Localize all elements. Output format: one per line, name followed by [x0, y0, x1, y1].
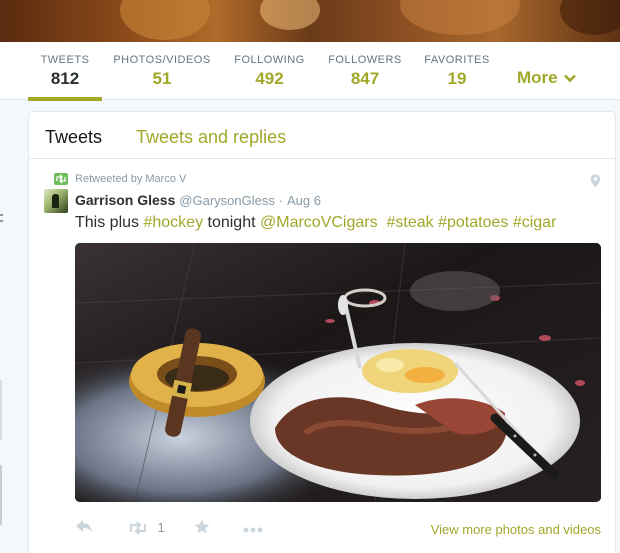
- stat-label: FOLLOWING: [234, 54, 305, 66]
- retweet-icon: [129, 520, 147, 535]
- more-button[interactable]: More: [517, 68, 577, 88]
- profile-nav: TWEETS 812 PHOTOS/VIDEOS 51 FOLLOWING 49…: [0, 42, 620, 101]
- stat-value: 847: [350, 69, 380, 88]
- tab-tweets-and-replies[interactable]: Tweets and replies: [136, 127, 286, 148]
- tweet-photo[interactable]: [75, 243, 601, 502]
- tweet[interactable]: Retweeted by Marco V Garrison Gless @Gar…: [29, 159, 615, 553]
- tweet-text: This plus #hockey tonight @MarcoVCigars …: [75, 214, 556, 232]
- chevron-down-icon: [564, 74, 577, 83]
- mention-marcovcigars[interactable]: @MarcoVCigars: [260, 214, 378, 231]
- stat-tweets[interactable]: TWEETS 812: [28, 42, 102, 101]
- tweet-timestamp[interactable]: Aug 6: [287, 193, 321, 208]
- tweet-text-part: [378, 214, 387, 231]
- hashtag-steak[interactable]: #steak: [387, 214, 434, 231]
- stat-label: FOLLOWERS: [328, 54, 402, 66]
- hashtag-hockey[interactable]: #hockey: [143, 214, 203, 231]
- retweet-context-text: Retweeted by Marco V: [75, 173, 187, 185]
- left-column-edge: [0, 100, 8, 553]
- avatar[interactable]: [44, 189, 68, 213]
- retweet-button[interactable]: 1: [127, 519, 165, 537]
- stat-following[interactable]: FOLLOWING 492: [232, 42, 307, 100]
- hashtag-cigar[interactable]: #cigar: [513, 214, 557, 231]
- favorite-button[interactable]: [194, 519, 210, 539]
- tweet-text-part: This plus: [75, 214, 144, 231]
- stat-value: 19: [447, 69, 467, 88]
- retweet-count: 1: [157, 520, 165, 536]
- timeline-tabs: Tweets Tweets and replies: [29, 112, 615, 159]
- stat-photos-videos[interactable]: PHOTOS/VIDEOS 51: [112, 42, 212, 100]
- timeline: Tweets Tweets and replies Retweeted by M…: [28, 111, 616, 553]
- star-icon: [194, 519, 210, 534]
- tweet-username[interactable]: @GarysonGless: [179, 193, 275, 208]
- more-actions-button[interactable]: [243, 521, 263, 539]
- tweet-actions: 1 View more photos and videos: [75, 519, 601, 543]
- reply-icon: [76, 520, 92, 532]
- view-more-photos-link[interactable]: View more photos and videos: [431, 522, 601, 537]
- stat-value: 492: [255, 69, 284, 88]
- stat-value: 51: [152, 69, 172, 88]
- tweet-fullname[interactable]: Garrison Gless: [75, 192, 175, 208]
- more-label: More: [517, 68, 558, 87]
- reply-button[interactable]: [75, 519, 93, 538]
- stat-followers[interactable]: FOLLOWERS 847: [327, 42, 403, 100]
- retweet-context: Retweeted by Marco V: [54, 173, 187, 186]
- photo-steak-cigar: [75, 243, 601, 502]
- retweet-icon: [54, 173, 68, 186]
- stat-label: FAVORITES: [424, 54, 490, 66]
- map-pin-icon[interactable]: [590, 174, 601, 188]
- hashtag-potatoes[interactable]: #potatoes: [438, 214, 508, 231]
- tweet-header: Garrison Gless @GarysonGless · Aug 6: [75, 192, 321, 208]
- tweet-separator: ·: [278, 193, 284, 208]
- stat-favorites[interactable]: FAVORITES 19: [423, 42, 491, 100]
- ellipsis-icon: [243, 527, 263, 533]
- profile-header-banner: [0, 0, 620, 42]
- stat-value: 812: [50, 69, 80, 88]
- tweet-text-part: tonight: [203, 214, 260, 231]
- tab-tweets[interactable]: Tweets: [45, 127, 102, 148]
- stat-label: PHOTOS/VIDEOS: [113, 54, 211, 66]
- stat-label: TWEETS: [40, 54, 90, 66]
